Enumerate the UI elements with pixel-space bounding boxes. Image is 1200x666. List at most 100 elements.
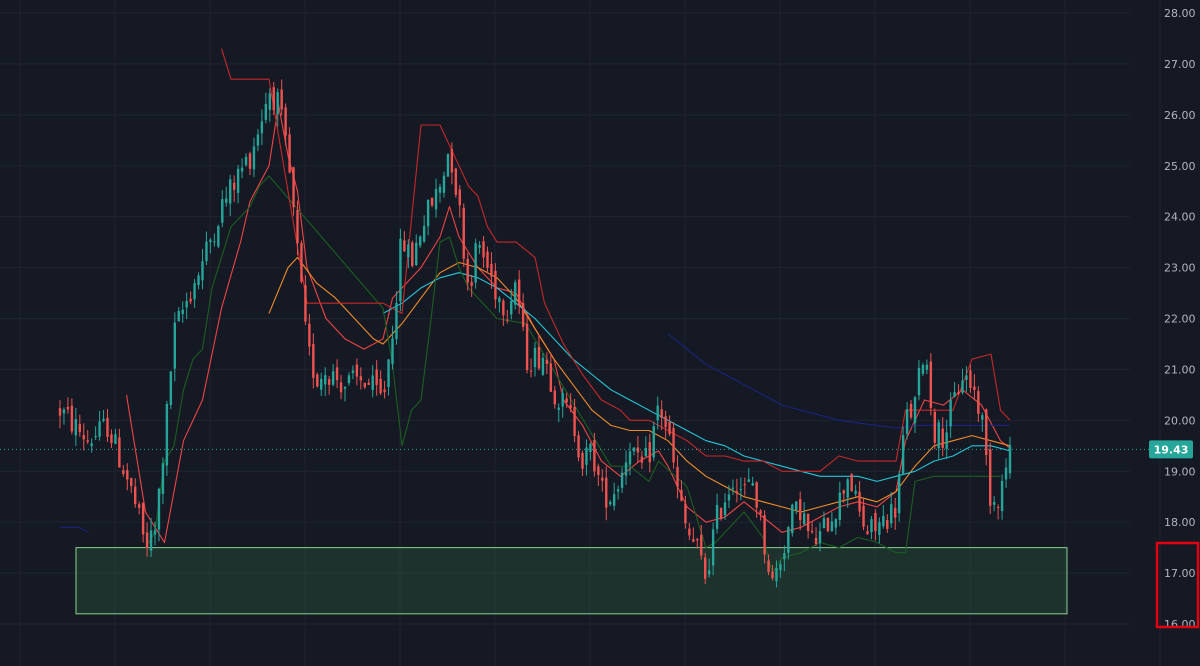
y-axis-tick-label: 20.00 <box>1164 414 1196 427</box>
candle-body <box>921 364 925 374</box>
candle-body <box>652 426 655 458</box>
candle-body <box>379 378 382 394</box>
candle-body <box>545 359 549 364</box>
candle-body <box>628 451 632 465</box>
candle-body <box>165 403 169 466</box>
candle-body <box>846 479 849 498</box>
y-axis-tick-label: 26.00 <box>1164 109 1196 122</box>
candle-body <box>411 242 414 267</box>
candle-body <box>973 386 976 390</box>
candle-body <box>490 263 493 277</box>
candle-body <box>565 398 568 403</box>
candle-body <box>514 282 517 305</box>
candle-body <box>106 417 109 437</box>
candle-body <box>229 179 232 204</box>
candle-body <box>217 226 220 247</box>
candle-body <box>858 491 861 512</box>
candle-body <box>894 507 897 518</box>
candle-body <box>517 279 521 306</box>
candle-body <box>240 167 244 172</box>
candle-body <box>830 521 834 532</box>
candle-body <box>937 422 940 449</box>
candle-body <box>391 338 394 365</box>
candle-body <box>327 379 331 385</box>
candle-body <box>474 243 477 283</box>
candle-body <box>359 376 363 381</box>
candle-body <box>755 482 758 508</box>
candle-body <box>826 517 830 532</box>
candle-body <box>252 146 256 170</box>
candle-body <box>422 226 426 242</box>
candle-body <box>454 168 458 195</box>
candle-body <box>735 491 739 494</box>
candle-body <box>355 364 359 377</box>
candle-body <box>225 198 228 203</box>
candle-body <box>802 513 806 525</box>
candle-body <box>308 323 311 347</box>
candle-body <box>763 515 766 555</box>
candle-body <box>122 470 125 475</box>
candle-body <box>676 466 679 487</box>
support-zone-rectangle[interactable] <box>75 547 1068 615</box>
candle-body <box>173 322 176 369</box>
candle-body <box>965 375 968 380</box>
candle-body <box>347 375 351 384</box>
candle-body <box>719 508 723 519</box>
candle-body <box>854 490 857 494</box>
candle-body <box>616 489 620 492</box>
candle-body <box>502 300 505 316</box>
candle-body <box>533 347 537 368</box>
candle-body <box>284 107 287 136</box>
candle-body <box>680 489 683 501</box>
candle-body <box>878 522 881 535</box>
y-axis-tick-label: 18.00 <box>1164 516 1196 529</box>
candle-body <box>850 474 853 492</box>
y-axis-tick-label: 17.00 <box>1164 567 1196 580</box>
candle-body <box>102 418 105 421</box>
candle-body <box>525 323 529 371</box>
candle-body <box>632 447 636 452</box>
candle-body <box>137 504 141 508</box>
candle-body <box>387 359 390 387</box>
chart-container[interactable]: 16.00 17.00 18.00 19.00 20.00 21.00 22.00 23.00… <box>0 0 1200 666</box>
candle-body <box>256 134 260 146</box>
candle-body <box>510 301 513 315</box>
candle-body <box>929 361 933 408</box>
y-axis-tick-label: 24.00 <box>1164 211 1196 224</box>
candle-body <box>913 397 917 424</box>
candle-body <box>462 207 465 259</box>
candle-body <box>581 452 584 469</box>
candle-body <box>110 434 113 443</box>
candle-body <box>312 344 315 378</box>
candle-body <box>181 309 184 315</box>
candle-body <box>696 539 699 541</box>
candle-body <box>292 167 295 208</box>
candle-body <box>161 463 165 495</box>
price-chart[interactable]: 16.00 17.00 18.00 19.00 20.00 21.00 22.00 23.00… <box>0 0 1200 666</box>
candle-body <box>149 530 153 551</box>
candle-body <box>193 283 196 300</box>
y-axis-tick-label: 22.00 <box>1164 313 1196 326</box>
candle-body <box>901 435 905 475</box>
candle-body <box>264 104 268 120</box>
candle-body <box>343 386 347 389</box>
candle-body <box>395 302 398 340</box>
candle-body <box>612 494 616 506</box>
candle-body <box>118 437 121 468</box>
candle-body <box>1004 467 1008 480</box>
candle-body <box>707 570 711 575</box>
candle-body <box>917 367 921 396</box>
candle-body <box>747 479 750 483</box>
candle-body <box>688 528 691 536</box>
candle-body <box>561 392 564 407</box>
candle-body <box>134 486 137 505</box>
candle-body <box>430 197 434 206</box>
candle-body <box>1000 480 1004 512</box>
candle-body <box>438 186 442 193</box>
candle-body <box>157 488 161 530</box>
candle-body <box>288 134 291 173</box>
candle-body <box>236 168 240 193</box>
candle-body <box>834 519 838 528</box>
candle-body <box>905 409 909 434</box>
candle-body <box>1008 445 1012 474</box>
